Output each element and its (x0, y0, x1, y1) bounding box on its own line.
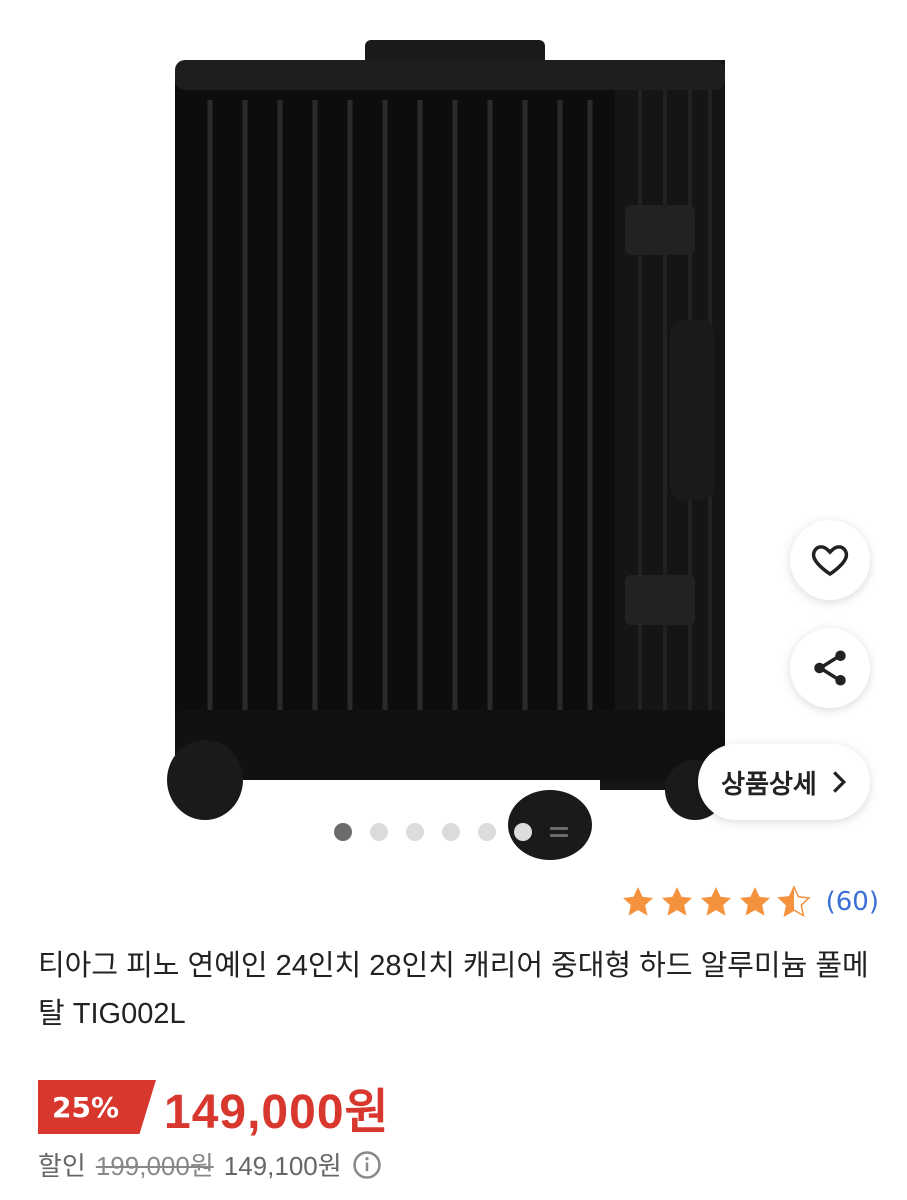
share-icon (814, 650, 846, 686)
review-count[interactable]: (60) (826, 887, 879, 917)
gallery-more-icon[interactable] (550, 823, 568, 841)
gallery-dot-2[interactable] (370, 823, 388, 841)
star-full-icon (700, 887, 731, 916)
gallery-dot-1[interactable] (334, 823, 352, 841)
discount-badge: 25% (38, 1080, 156, 1134)
discount-label: 할인 (38, 1151, 86, 1181)
product-title: 티아그 피노 연예인 24인치 28인치 캐리어 중대형 하드 알루미늄 풀메탈… (38, 950, 869, 1030)
sale-price: 149,000원 (164, 1086, 390, 1139)
star-full-icon (739, 887, 770, 916)
suitcase-image (167, 40, 725, 860)
star-full-icon (661, 887, 692, 916)
share-button[interactable] (790, 628, 870, 708)
gallery-dot-6[interactable] (514, 823, 532, 841)
info-icon[interactable] (352, 1150, 382, 1180)
product-rating[interactable]: (60) (620, 884, 879, 920)
original-price: 199,000원 (95, 1151, 214, 1181)
product-gallery[interactable]: 상품상세 (0, 0, 907, 870)
chevron-right-icon (832, 771, 846, 793)
price-row: 25% 149,000원 (38, 1072, 390, 1142)
gallery-dot-3[interactable] (406, 823, 424, 841)
heart-icon (811, 545, 849, 577)
star-half-icon (776, 885, 811, 918)
alt-price: 149,100원 (223, 1151, 342, 1181)
gallery-dot-4[interactable] (442, 823, 460, 841)
like-button[interactable] (790, 520, 870, 600)
rating-stars (620, 884, 812, 920)
discount-info: 할인 199,000원 149,100원 (38, 1146, 382, 1183)
product-detail-label: 상품상세 (721, 769, 817, 800)
gallery-pagination[interactable] (334, 823, 568, 841)
gallery-dot-5[interactable] (478, 823, 496, 841)
product-detail-button[interactable]: 상품상세 (698, 744, 870, 820)
star-full-icon (622, 887, 653, 916)
